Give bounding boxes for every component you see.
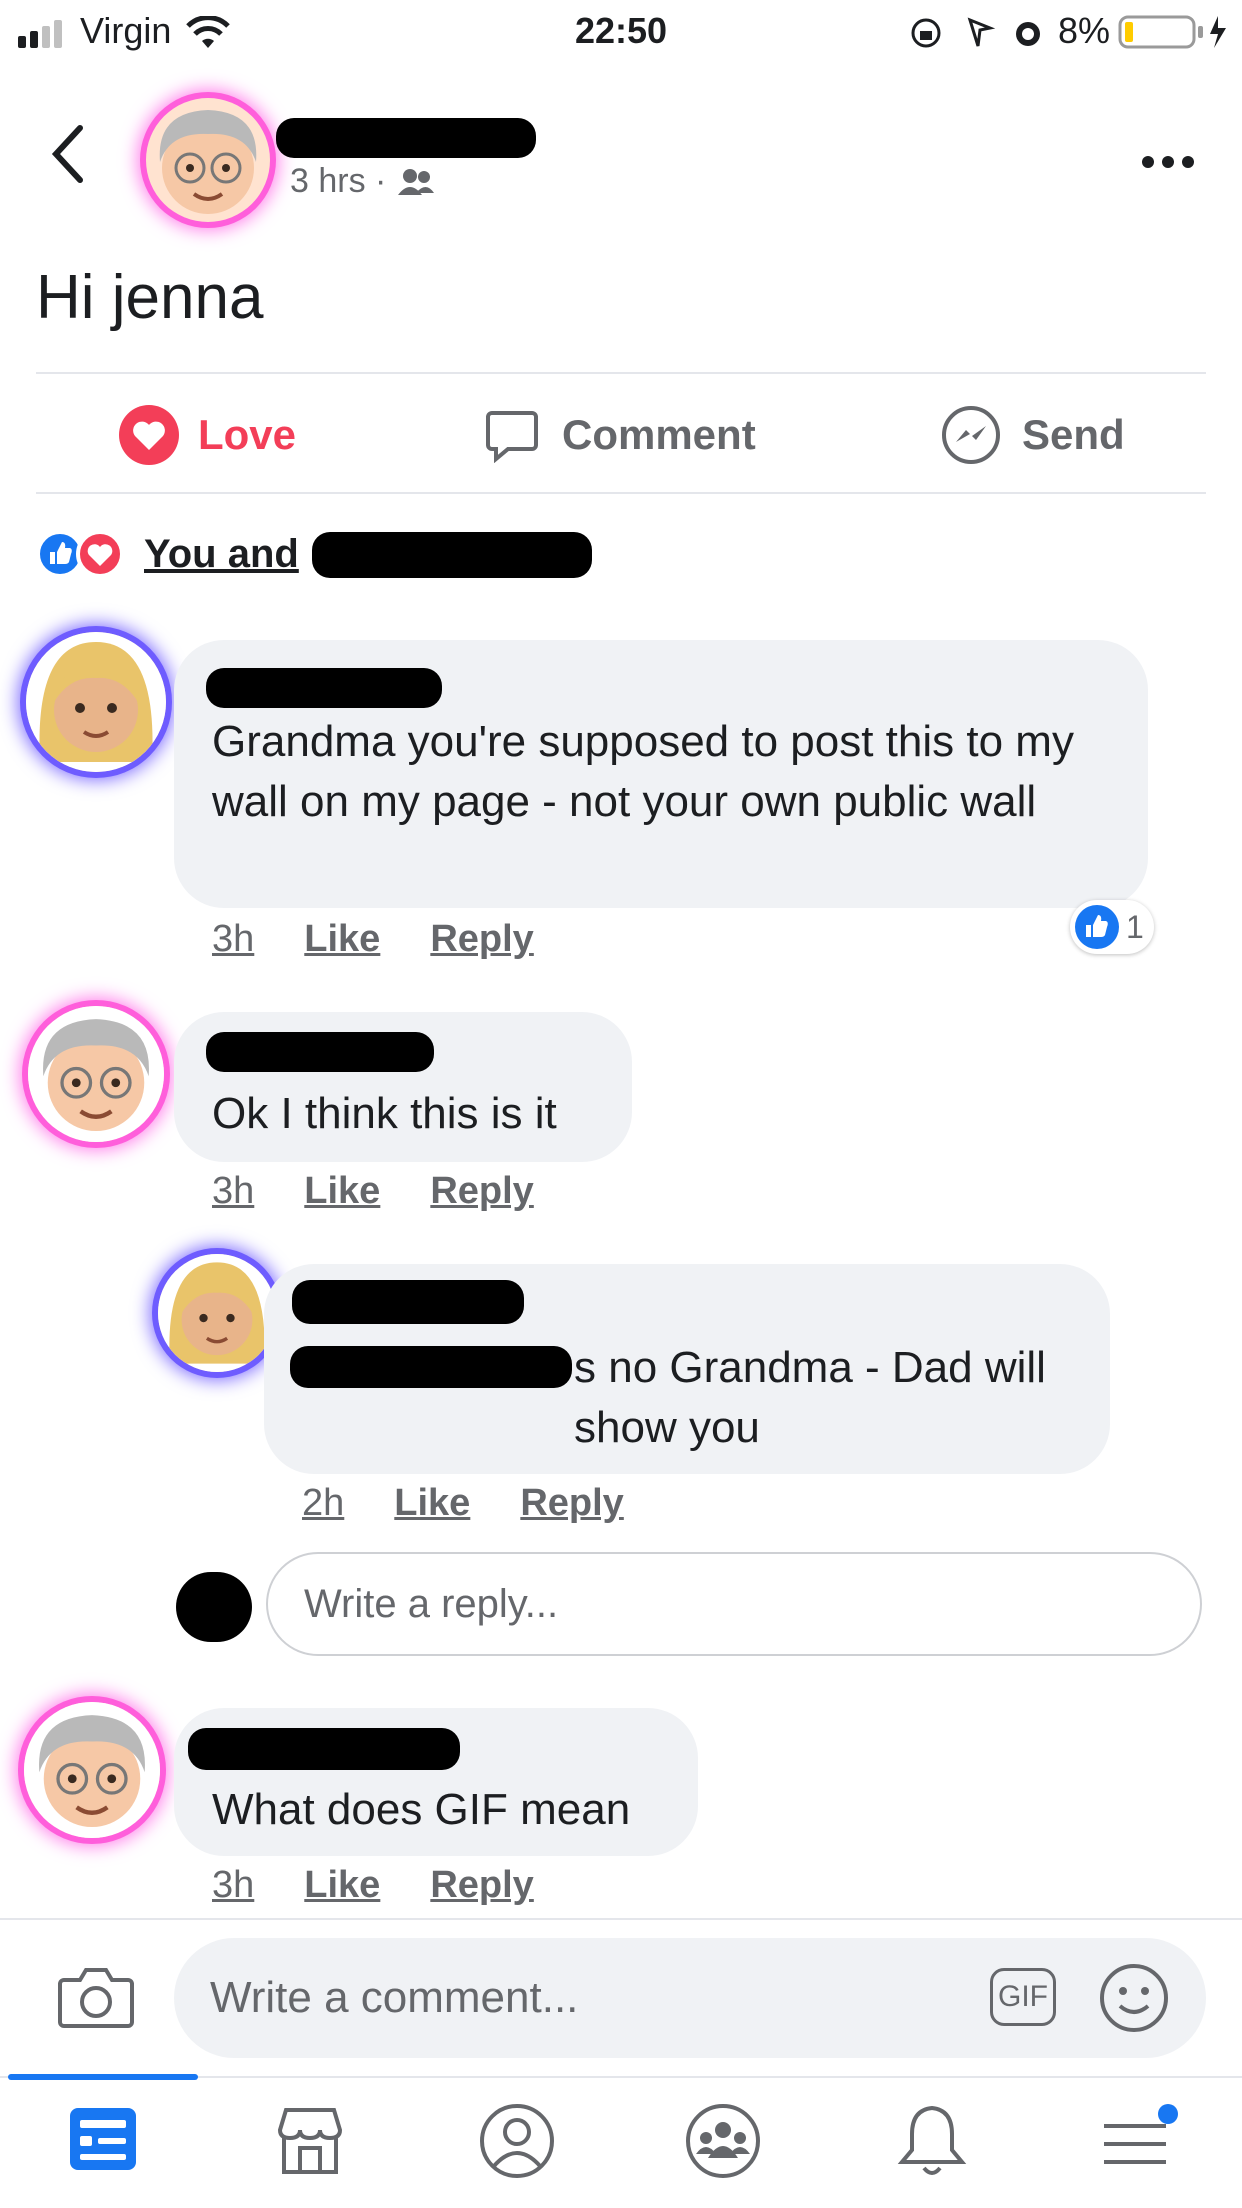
reactions-summary[interactable]: You and	[36, 528, 299, 580]
emoji-button[interactable]	[1098, 1962, 1170, 2039]
more-button[interactable]	[1140, 140, 1196, 170]
send-button[interactable]: Send	[940, 400, 1125, 470]
reactions-label: You and	[144, 531, 299, 576]
groups-icon	[686, 2104, 760, 2178]
gif-button[interactable]: GIF	[990, 1968, 1056, 2026]
chevron-left-icon	[51, 125, 83, 183]
comment-time[interactable]: 3h	[212, 1864, 254, 1907]
comment-icon	[486, 411, 538, 463]
commenter-avatar[interactable]	[158, 1254, 276, 1372]
grandma-emoji-icon	[28, 1006, 164, 1142]
comment-text: Ok I think this is it	[212, 1089, 557, 1138]
commenter-avatar[interactable]	[26, 632, 166, 772]
reply-link[interactable]: Reply	[430, 918, 533, 961]
comment-meta: 3h Like Reply	[212, 918, 584, 961]
commenter-avatar[interactable]	[28, 1006, 164, 1142]
divider	[36, 372, 1206, 374]
friends-icon	[398, 168, 435, 195]
grandma-emoji-icon	[159, 110, 257, 214]
back-button[interactable]	[48, 122, 88, 196]
comment-text: What does GIF mean	[212, 1785, 631, 1834]
woman-emoji-icon	[158, 1254, 276, 1372]
comment-like-count[interactable]: 1	[1070, 900, 1154, 954]
comment-button[interactable]: Comment	[484, 400, 756, 470]
post-text: Hi jenna	[36, 263, 264, 332]
comment-text: s no Grandma - Dad will show you	[574, 1343, 1046, 1452]
status-icons	[911, 17, 1040, 48]
battery-percent: 8%	[1058, 10, 1111, 51]
post-meta: 3 hrs ·	[290, 162, 436, 201]
tab-notifications[interactable]	[896, 2102, 976, 2182]
status-bar: Virgin 22:50 8%	[0, 0, 1242, 62]
post-time: 3 hrs ·	[290, 162, 387, 200]
messenger-icon	[942, 406, 1000, 464]
love-label: Love	[198, 411, 297, 458]
send-label: Send	[1022, 411, 1125, 458]
battery-icon	[1118, 15, 1226, 49]
tab-groups[interactable]	[684, 2102, 764, 2182]
reply-link[interactable]: Reply	[520, 1482, 623, 1525]
comment-text-line1: s no Grandma - Dad will show you	[574, 1338, 1094, 1458]
grandma-emoji-icon	[24, 1702, 160, 1838]
active-tab-indicator	[8, 2074, 198, 2080]
menu-icon	[1104, 2104, 1178, 2164]
redacted-commenter-name	[188, 1728, 460, 1770]
marketplace-icon	[277, 2108, 343, 2174]
reply-placeholder: Write a reply...	[304, 1582, 559, 1626]
smiley-icon	[1100, 1964, 1168, 2032]
clock: 22:50	[574, 10, 668, 51]
redacted-mention	[290, 1346, 572, 1388]
tab-news-feed[interactable]	[66, 2102, 146, 2182]
comment-time[interactable]: 3h	[212, 1170, 254, 1213]
redacted-commenter-name	[206, 668, 442, 708]
comment-time[interactable]: 2h	[302, 1482, 344, 1525]
divider	[0, 1918, 1242, 1920]
like-link[interactable]: Like	[394, 1482, 470, 1525]
redacted-names	[312, 532, 592, 578]
like-link[interactable]: Like	[304, 1170, 380, 1213]
bell-icon	[897, 2105, 967, 2175]
author-avatar[interactable]	[146, 98, 270, 222]
heart-icon	[119, 405, 179, 465]
redacted-author-name	[276, 118, 536, 158]
comment-time[interactable]: 3h	[212, 918, 254, 961]
comment-placeholder: Write a comment...	[210, 1973, 579, 2022]
camera-icon	[58, 1968, 134, 2028]
tab-profile[interactable]	[478, 2102, 558, 2182]
redacted-user-avatar	[176, 1572, 252, 1642]
tab-menu[interactable]	[1098, 2102, 1178, 2182]
comment-meta: 2h Like Reply	[302, 1482, 674, 1525]
reply-link[interactable]: Reply	[430, 1864, 533, 1907]
reply-link[interactable]: Reply	[430, 1170, 533, 1213]
news-feed-icon	[70, 2108, 136, 2170]
love-button[interactable]: Love	[118, 400, 296, 470]
woman-emoji-icon	[26, 632, 166, 772]
comment-text: Grandma you're supposed to post this to …	[212, 717, 1074, 826]
reply-input[interactable]: Write a reply...	[266, 1552, 1202, 1656]
redacted-commenter-name	[292, 1280, 524, 1324]
like-icon	[1075, 905, 1119, 949]
more-icon	[1142, 156, 1194, 168]
like-link[interactable]: Like	[304, 1864, 380, 1907]
divider	[36, 492, 1206, 494]
redacted-commenter-name	[206, 1032, 434, 1072]
camera-button[interactable]	[58, 1964, 134, 2035]
profile-icon	[480, 2104, 554, 2178]
like-link[interactable]: Like	[304, 918, 380, 961]
commenter-avatar[interactable]	[24, 1702, 160, 1838]
tab-marketplace[interactable]	[272, 2102, 352, 2182]
comment-meta: 3h Like Reply	[212, 1170, 584, 1213]
like-count-value: 1	[1126, 908, 1144, 945]
like-love-reactions-icon	[36, 530, 124, 578]
comment-label: Comment	[562, 411, 756, 458]
comment-meta: 3h Like Reply	[212, 1864, 584, 1907]
